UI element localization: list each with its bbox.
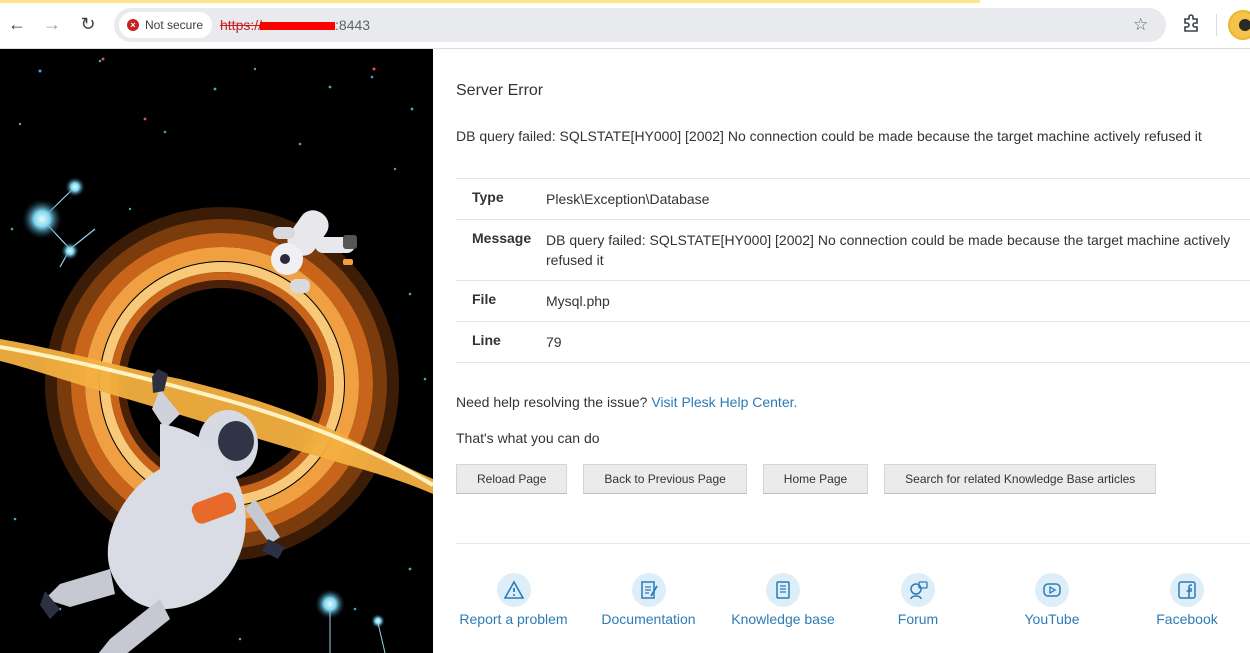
details-row-message: Message DB query failed: SQLSTATE[HY000]… (456, 220, 1250, 281)
facebook-icon (1170, 573, 1204, 607)
link-label: Facebook (1156, 611, 1218, 627)
help-prefix: Need help resolving the issue? (456, 394, 648, 410)
error-details-table: Type Plesk\Exception\Database Message DB… (456, 178, 1250, 363)
home-page-button[interactable]: Home Page (762, 464, 869, 494)
details-value: Mysql.php (546, 293, 610, 309)
documentation-link[interactable]: Documentation (596, 573, 701, 627)
details-key: File (472, 291, 497, 307)
forum-icon (901, 573, 935, 607)
search-knowledge-base-button[interactable]: Search for related Knowledge Base articl… (884, 464, 1157, 494)
youtube-link[interactable]: YouTube (1018, 573, 1086, 627)
address-bar[interactable]: × Not secure https:// :8443 (114, 8, 1166, 42)
toolbar-divider (1216, 14, 1217, 36)
action-buttons: Reload Page Back to Previous Page Home P… (456, 464, 1157, 494)
knowledge-base-link[interactable]: Knowledge base (728, 573, 838, 627)
error-content: Server Error DB query failed: SQLSTATE[H… (433, 49, 1250, 653)
browser-toolbar: ← → ↻ × Not secure https:// :8443 ☆ (0, 0, 1250, 49)
details-key: Message (472, 230, 532, 246)
link-label: Knowledge base (731, 611, 835, 627)
details-row-line: Line 79 (456, 322, 1250, 363)
details-row-file: File Mysql.php (456, 281, 1250, 322)
url-text[interactable]: https:// :8443 (220, 17, 370, 33)
back-arrow-icon[interactable]: ← (6, 13, 28, 35)
report-problem-link[interactable]: Report a problem (456, 573, 571, 627)
link-label: Report a problem (459, 611, 568, 627)
section-divider (456, 543, 1250, 544)
error-message: DB query failed: SQLSTATE[HY000] [2002] … (456, 128, 1202, 144)
page-title: Server Error (456, 82, 544, 99)
reload-page-button[interactable]: Reload Page (456, 464, 568, 494)
toolbar-accent (0, 0, 980, 3)
link-label: YouTube (1024, 611, 1080, 627)
book-icon (766, 573, 800, 607)
link-label: Forum (897, 611, 939, 627)
facebook-link[interactable]: Facebook (1151, 573, 1223, 627)
plesk-help-center-link[interactable]: Visit Plesk Help Center. (651, 394, 797, 410)
details-row-type: Type Plesk\Exception\Database (456, 179, 1250, 220)
not-secure-icon: × (127, 19, 139, 31)
bookmark-star-icon[interactable]: ☆ (1133, 15, 1148, 35)
details-value: DB query failed: SQLSTATE[HY000] [2002] … (546, 232, 1231, 268)
warning-icon (496, 573, 531, 607)
youtube-icon (1035, 573, 1069, 607)
url-port: :8443 (335, 17, 371, 33)
forward-arrow-icon[interactable]: → (41, 13, 63, 35)
security-chip[interactable]: × Not secure (119, 12, 213, 38)
back-to-previous-page-button[interactable]: Back to Previous Page (583, 464, 747, 494)
url-scheme: https:// (220, 17, 263, 33)
error-illustration (0, 49, 433, 653)
forum-link[interactable]: Forum (888, 573, 948, 627)
details-key: Line (472, 332, 501, 348)
space-illustration (0, 57, 433, 653)
profile-avatar[interactable] (1228, 10, 1250, 40)
details-value: 79 (546, 334, 562, 350)
extensions-icon[interactable] (1181, 13, 1201, 33)
url-redaction (260, 22, 336, 31)
help-text: Need help resolving the issue? Visit Ple… (456, 394, 797, 410)
reload-icon[interactable]: ↻ (77, 13, 99, 35)
actions-heading: That's what you can do (456, 430, 600, 446)
details-value: Plesk\Exception\Database (546, 191, 710, 207)
details-key: Type (472, 189, 504, 205)
link-label: Documentation (601, 611, 696, 627)
security-chip-label: Not secure (145, 18, 204, 32)
document-edit-icon (631, 573, 666, 607)
